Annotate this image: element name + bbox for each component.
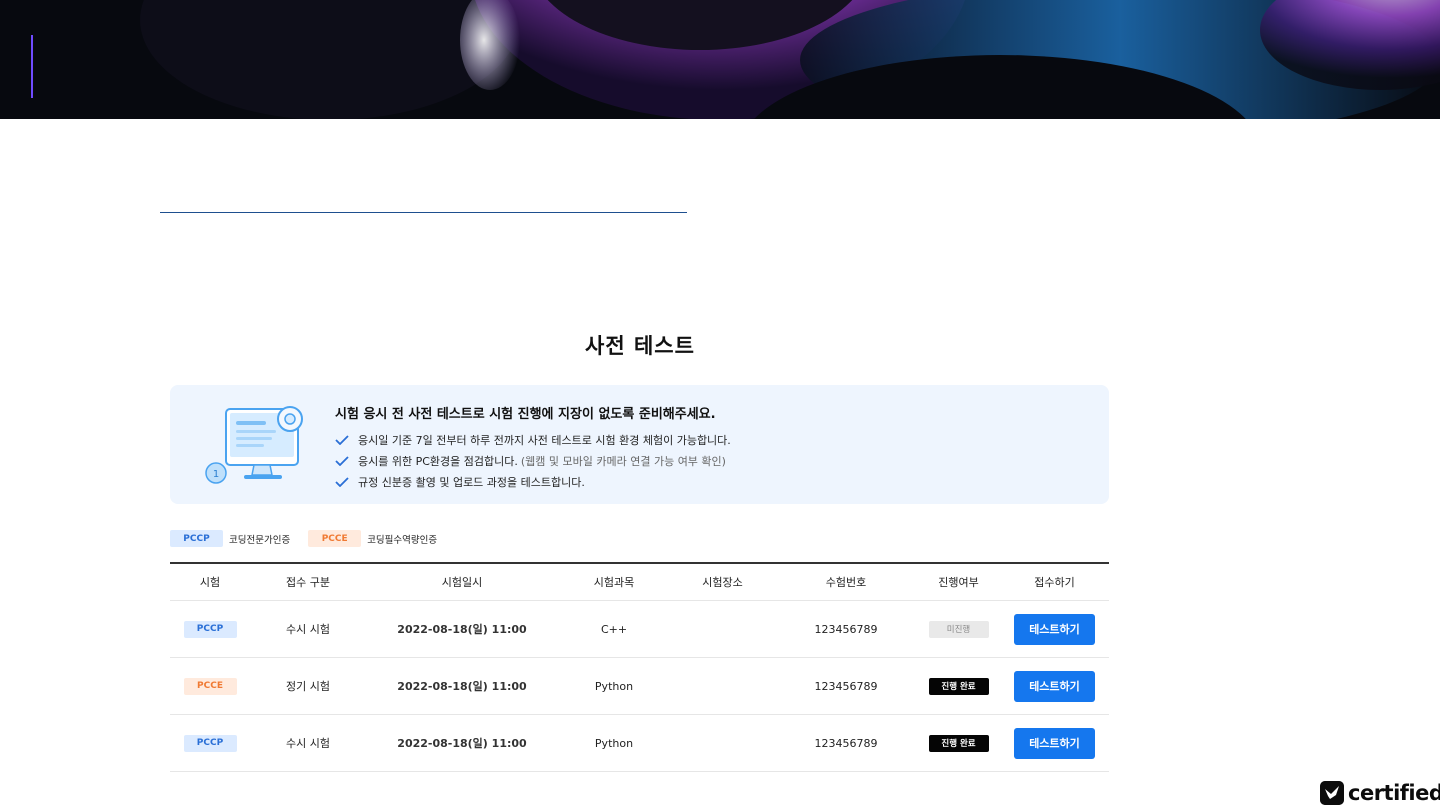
bird-logo-icon — [1320, 781, 1344, 805]
test-button[interactable]: 테스트하기 — [1014, 613, 1095, 645]
brand-name: certified — [1348, 781, 1440, 805]
notice-list: 응시일 기준 7일 전부터 하루 전까지 사전 테스트로 시험 환경 체험이 가… — [335, 429, 731, 492]
header-action: 접수하기 — [1034, 576, 1075, 589]
exam-type-legend: PCCP 코딩전문가인증 PCCE 코딩필수역량인증 — [170, 530, 455, 547]
header-exam: 시험 — [199, 576, 221, 589]
legend-item-pcce: PCCE 코딩필수역량인증 — [308, 530, 437, 547]
header-datetime: 시험일시 — [441, 576, 483, 589]
hero-banner — [0, 0, 1440, 119]
hero-background-art — [0, 0, 1440, 119]
legend-item-pccp: PCCP 코딩전문가인증 — [170, 530, 290, 547]
notice-heading: 시험 응시 전 사전 테스트로 시험 진행에 지장이 없도록 준비해주세요. — [335, 407, 716, 422]
exam-tag: PCCP — [183, 734, 237, 752]
pccp-tag: PCCP — [170, 530, 223, 547]
pcce-tag: PCCE — [308, 530, 362, 547]
exam-tag: PCCE — [183, 677, 237, 695]
exam-datetime: 2022-08-18(일) 11:00 — [397, 680, 527, 693]
exam-tag: PCCP — [183, 620, 237, 638]
exam-number: 123456789 — [814, 679, 878, 693]
exam-type: 수시 시험 — [286, 623, 330, 636]
exam-datetime: 2022-08-18(일) 11:00 — [397, 737, 527, 750]
section-divider — [160, 212, 687, 213]
notice-item: 규정 신분증 촬영 및 업로드 과정을 테스트합니다. — [335, 471, 731, 492]
exam-number: 123456789 — [814, 622, 878, 636]
test-button[interactable]: 테스트하기 — [1014, 727, 1095, 759]
svg-text:1: 1 — [213, 469, 219, 480]
exam-subject: Python — [594, 736, 634, 750]
exam-type: 정기 시험 — [286, 680, 330, 693]
status-badge: 진행 완료 — [928, 677, 989, 695]
notice-item-text: 응시일 기준 7일 전부터 하루 전까지 사전 테스트로 시험 환경 체험이 가… — [358, 433, 731, 447]
page-title: 사전 테스트 — [585, 334, 695, 358]
exam-table: 시험 접수 구분 시험일시 시험과목 시험장소 수험번호 진행여부 접수하기 P… — [170, 562, 1109, 772]
status-badge: 진행 완료 — [928, 734, 989, 752]
hero-accent-bar — [31, 35, 33, 98]
exam-type: 수시 시험 — [286, 737, 330, 750]
header-number: 수험번호 — [825, 576, 867, 589]
table-row: PCCP 수시 시험 2022-08-18(일) 11:00 Python 12… — [170, 715, 1109, 772]
notice-box: 1 시험 응시 전 사전 테스트로 시험 진행에 지장이 없도록 준비해주세요.… — [170, 385, 1109, 504]
notice-item: 응시일 기준 7일 전부터 하루 전까지 사전 테스트로 시험 환경 체험이 가… — [335, 429, 731, 450]
exam-number: 123456789 — [814, 736, 878, 750]
exam-subject: Python — [594, 679, 634, 693]
header-subject: 시험과목 — [593, 576, 635, 589]
status-badge: 미진행 — [928, 620, 989, 638]
exam-subject: C++ — [600, 622, 628, 636]
table-row: PCCP 수시 시험 2022-08-18(일) 11:00 C++ 12345… — [170, 601, 1109, 658]
check-icon — [335, 476, 349, 487]
notice-item-note: (웹캠 및 모바일 카메라 연결 가능 여부 확인) — [520, 454, 726, 468]
exam-datetime: 2022-08-18(일) 11:00 — [397, 623, 527, 636]
header-place: 시험장소 — [702, 576, 743, 589]
table-row: PCCE 정기 시험 2022-08-18(일) 11:00 Python 12… — [170, 658, 1109, 715]
legend-desc: 코딩전문가인증 — [229, 534, 291, 546]
monitor-settings-illustration: 1 — [205, 406, 303, 484]
notice-item: 응시를 위한 PC환경을 점검합니다. (웹캠 및 모바일 카메라 연결 가능 … — [335, 450, 731, 471]
header-type: 접수 구분 — [286, 576, 330, 589]
table-header-row: 시험 접수 구분 시험일시 시험과목 시험장소 수험번호 진행여부 접수하기 — [170, 564, 1109, 601]
brand-logo: certified — [1320, 781, 1440, 805]
check-icon — [335, 434, 349, 445]
notice-item-text: 규정 신분증 촬영 및 업로드 과정을 테스트합니다. — [358, 475, 585, 489]
header-status: 진행여부 — [938, 576, 979, 589]
test-button[interactable]: 테스트하기 — [1014, 670, 1095, 702]
check-icon — [335, 455, 349, 466]
legend-desc: 코딩필수역량인증 — [367, 534, 438, 546]
notice-item-text: 응시를 위한 PC환경을 점검합니다. — [358, 454, 518, 468]
